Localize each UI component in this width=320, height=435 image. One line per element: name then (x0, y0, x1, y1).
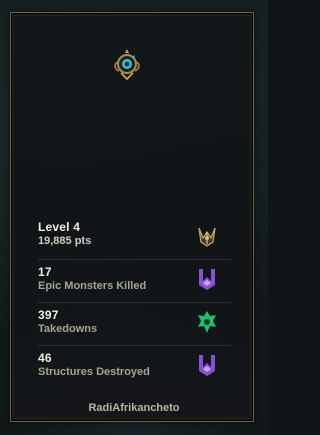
emblem-icon (114, 49, 140, 81)
player-name: RadiAfrikancheto (88, 402, 180, 414)
stat-label: Structures Destroyed (38, 366, 150, 378)
stat-value: 397 (38, 308, 59, 322)
stat-value: 46 (38, 351, 52, 365)
stat-row: 46 Structures Destroyed (38, 346, 231, 389)
stat-row: 17 Epic Monsters Killed (38, 260, 231, 303)
points-label: 19,885 pts (38, 235, 92, 247)
green-token-icon (198, 311, 216, 333)
level-label: Level 4 (38, 220, 81, 234)
stat-row: 397 Takedowns (38, 303, 231, 346)
level-row: Level 4 19,885 pts (38, 215, 231, 260)
purple-token-icon (199, 269, 215, 290)
stat-label: Epic Monsters Killed (38, 280, 147, 292)
crest-icon (198, 227, 216, 247)
purple-token-icon (199, 355, 215, 376)
stats-list: Level 4 19,885 pts 17 Epic Monsters Kill… (38, 215, 231, 389)
stat-value: 17 (38, 265, 52, 279)
stat-label: Takedowns (38, 323, 98, 335)
